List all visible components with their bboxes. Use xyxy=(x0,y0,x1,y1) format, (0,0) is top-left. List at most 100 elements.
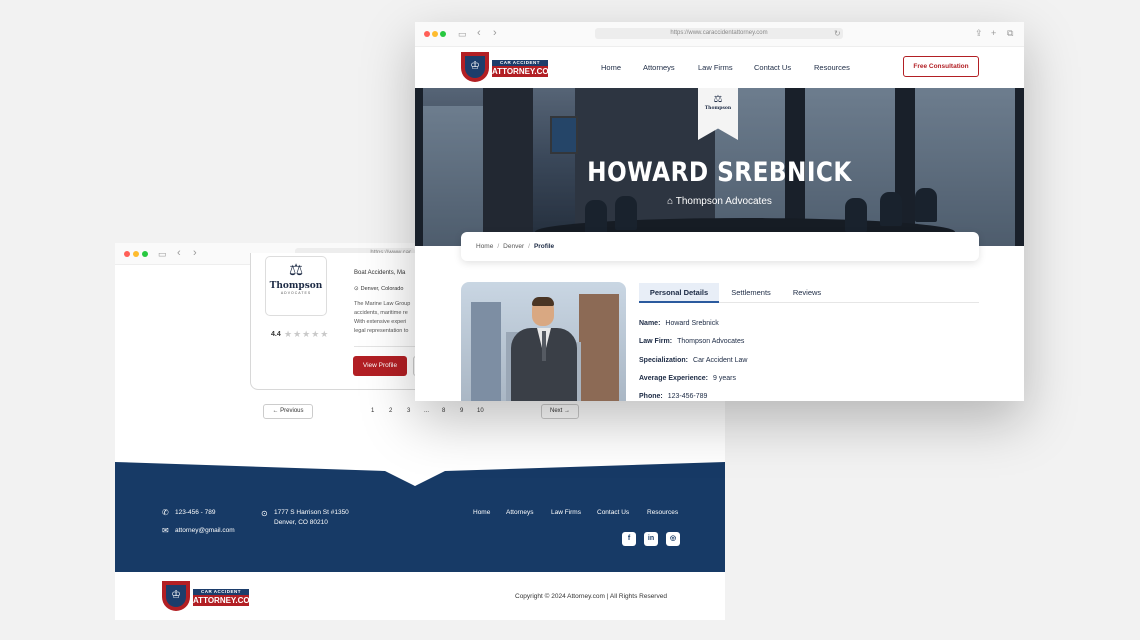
detail-label: Law Firm: xyxy=(639,338,673,345)
chevron-left-icon[interactable]: ‹ xyxy=(477,28,481,39)
arrow-right-icon: → xyxy=(562,408,570,414)
maximize-window-icon[interactable] xyxy=(142,251,148,257)
site-logo[interactable]: ♔ CAR ACCIDENT ATTORNEY.COM xyxy=(461,52,555,82)
footer-email[interactable]: attorney@gmail.com xyxy=(175,527,235,534)
attorney-firm: ⌂ Thompson Advocates xyxy=(415,196,1024,207)
photo-building xyxy=(579,294,619,401)
footer-link-contact-us[interactable]: Contact Us xyxy=(597,509,629,516)
nav-law-firms[interactable]: Law Firms xyxy=(698,63,733,72)
free-consultation-button[interactable]: Free Consultation xyxy=(903,56,979,77)
minimize-window-icon[interactable] xyxy=(133,251,139,257)
location-pin-icon: ⊙ xyxy=(261,509,268,518)
minimize-window-icon[interactable] xyxy=(432,31,438,37)
chevron-right-icon[interactable]: › xyxy=(193,248,197,259)
detail-law-firm: Law Firm: Thompson Advocates xyxy=(639,338,744,345)
tab-reviews[interactable]: Reviews xyxy=(787,283,827,303)
address-bar[interactable]: https://www.caraccidentattorney.com xyxy=(595,28,843,39)
breadcrumb: Home / Denver / Profile xyxy=(461,232,979,261)
detail-label: Specialization: xyxy=(639,357,689,364)
footer-link-resources[interactable]: Resources xyxy=(647,509,678,516)
detail-phone: Phone: 123-456-789 xyxy=(639,393,707,400)
share-icon[interactable]: ⇪ xyxy=(975,28,983,38)
photo-building xyxy=(471,302,501,401)
firm-logo-subtitle: ADVOCATES xyxy=(280,291,312,295)
breadcrumb-home[interactable]: Home xyxy=(476,243,493,250)
reload-icon[interactable]: ↻ xyxy=(834,29,841,39)
scales-icon: ⚖ xyxy=(288,262,304,279)
nav-attorneys[interactable]: Attorneys xyxy=(643,63,675,72)
next-label: Next xyxy=(549,408,563,414)
description-line: The Marine Law Group xyxy=(354,301,411,307)
plus-icon[interactable]: + xyxy=(991,28,996,38)
previous-label: Previous xyxy=(280,408,304,414)
page-number[interactable]: 2 xyxy=(389,408,392,414)
sidebar-icon[interactable]: ▭ xyxy=(158,249,167,259)
detail-value: Thompson Advocates xyxy=(677,338,745,345)
page-number[interactable]: 3 xyxy=(407,408,410,414)
portrait-hair xyxy=(532,297,554,306)
nav-home[interactable]: Home xyxy=(601,63,621,72)
copyright: Copyright © 2024 Attorney.com | All Righ… xyxy=(515,593,667,600)
close-window-icon[interactable] xyxy=(124,251,130,257)
detail-label: Name: xyxy=(639,320,661,327)
close-window-icon[interactable] xyxy=(424,31,430,37)
detail-value: Howard Srebnick xyxy=(665,320,719,327)
nav-contact-us[interactable]: Contact Us xyxy=(754,63,791,72)
maximize-window-icon[interactable] xyxy=(440,31,446,37)
detail-label: Phone: xyxy=(639,393,663,400)
footer-phone[interactable]: 123-456 - 789 xyxy=(175,509,215,516)
detail-specialization: Specialization: Car Accident Law xyxy=(639,357,748,364)
linkedin-icon[interactable]: in xyxy=(644,532,658,546)
attorney-name: HOWARD SREBNICK xyxy=(587,157,852,188)
sidebar-icon[interactable]: ▭ xyxy=(458,29,467,39)
browser-toolbar: ▭ ‹ › https://www.caraccidentattorney.co… xyxy=(415,22,1024,47)
detail-experience: Average Experience: 9 years xyxy=(639,375,736,382)
footer-link-home[interactable]: Home xyxy=(473,509,490,516)
footer-link-attorneys[interactable]: Attorneys xyxy=(506,509,533,516)
tabs-icon[interactable]: ⧉ xyxy=(1007,28,1013,38)
footer-address-line1: 1777 S Harrison St #1350 xyxy=(274,509,349,516)
front-browser-window: ▭ ‹ › https://www.caraccidentattorney.co… xyxy=(415,22,1024,401)
instagram-icon[interactable]: ◎ xyxy=(666,532,680,546)
page-number[interactable]: 9 xyxy=(460,408,463,414)
detail-value: Car Accident Law xyxy=(693,357,748,364)
tab-settlements[interactable]: Settlements xyxy=(725,283,777,303)
star-rating: ★★★★★ xyxy=(284,329,330,339)
footer-logo[interactable]: ♔ CAR ACCIDENT ATTORNEY.COM xyxy=(162,581,257,611)
page-number[interactable]: 1 xyxy=(371,408,374,414)
breadcrumb-separator: / xyxy=(497,243,500,250)
scales-icon: ⚖ xyxy=(713,94,723,105)
description-line: accidents, maritime re xyxy=(354,310,408,316)
view-profile-button[interactable]: View Profile xyxy=(353,356,407,376)
lion-icon: ♔ xyxy=(465,56,485,78)
location: ⊙ Denver, Colorado xyxy=(354,286,403,292)
ribbon-firm-name: Thompson xyxy=(704,106,732,111)
firm-logo-name: Thompson xyxy=(269,281,323,291)
page-ellipsis: ... xyxy=(424,408,430,414)
detail-name: Name: Howard Srebnick xyxy=(639,320,719,327)
next-page-button[interactable]: Next → xyxy=(541,404,579,419)
footer-link-law-firms[interactable]: Law Firms xyxy=(551,509,581,516)
attorney-firm-name: Thompson Advocates xyxy=(675,196,772,207)
breadcrumb-city[interactable]: Denver xyxy=(503,243,524,250)
detail-value: 9 years xyxy=(713,375,736,382)
arrow-left-icon: ← xyxy=(272,408,281,414)
logo-shield: ♔ xyxy=(461,52,489,82)
detail-label: Average Experience: xyxy=(639,375,708,382)
chevron-left-icon[interactable]: ‹ xyxy=(177,248,181,259)
mail-icon: ✉ xyxy=(162,526,169,535)
location-text: Denver, Colorado xyxy=(360,286,404,292)
logo-line2: ATTORNEY.COM xyxy=(193,595,257,606)
page-number[interactable]: 8 xyxy=(442,408,445,414)
attorney-portrait xyxy=(511,297,577,401)
tab-personal-details[interactable]: Personal Details xyxy=(639,283,719,303)
facebook-icon[interactable]: f xyxy=(622,532,636,546)
lion-icon: ♔ xyxy=(166,585,186,607)
nav-resources[interactable]: Resources xyxy=(814,63,850,72)
description-line: legal representation to xyxy=(354,328,409,334)
page-number[interactable]: 10 xyxy=(477,408,484,414)
previous-page-button[interactable]: ← Previous xyxy=(263,404,313,419)
chevron-right-icon[interactable]: › xyxy=(493,28,497,39)
detail-value: 123-456-789 xyxy=(667,393,708,400)
footer-notch xyxy=(115,462,725,486)
